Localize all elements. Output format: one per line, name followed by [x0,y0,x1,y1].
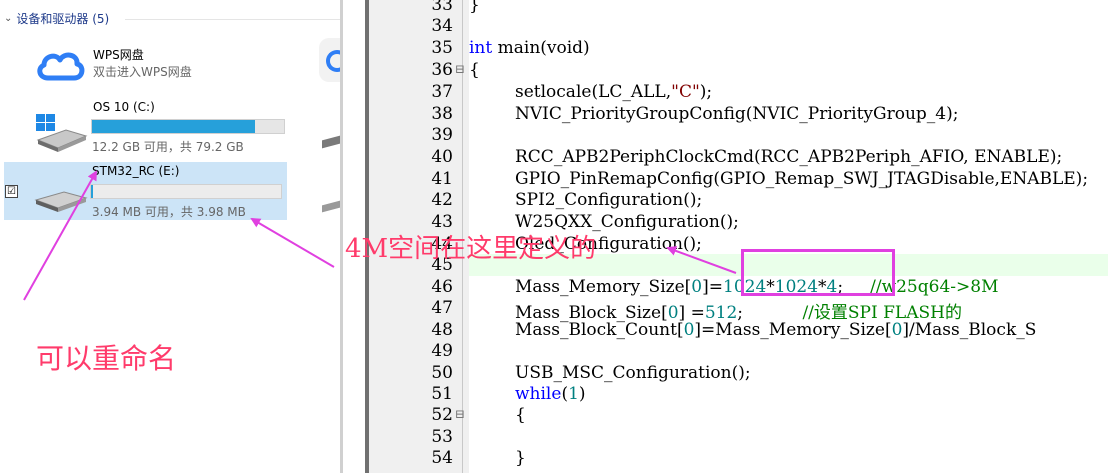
line-number: 54 [431,448,453,468]
code-line: GPIO_PinRemapConfig(GPIO_Remap_SWJ_JTAGD… [515,169,1089,189]
code-line: } [515,448,526,468]
line-number: 39 [431,125,453,145]
line-number: 46 [431,277,453,297]
line-number: 47 [431,298,453,318]
drive-os10-usage: 12.2 GB 可用，共 79.2 GB [92,140,244,154]
code-line: Mass_Block_Count[0]=Mass_Memory_Size[0]/… [515,320,1037,340]
code-line: } [469,0,480,15]
annotation-can-rename: 可以重命名 [36,342,177,375]
code-line: { [469,60,480,80]
line-number: 37 [431,82,453,102]
code-line: NVIC_PriorityGroupConfig(NVIC_PriorityGr… [515,104,959,124]
line-number: 48 [431,320,453,340]
fold-collapse-icon[interactable]: ⊟ [455,407,465,421]
drive-os10-usage-fill [92,120,256,133]
line-number: 36 [431,60,453,80]
partial-drive-icon-2 [322,200,340,213]
line-number: 41 [431,169,453,189]
drive-stm32-usage-bar [90,184,282,199]
cloud-icon [37,52,85,81]
group-divider [125,19,340,20]
code-line: USB_MSC_Configuration(); [515,363,751,383]
line-number: 35 [431,38,453,58]
code-line: SPI2_Configuration(); [515,190,703,210]
drive-os10-usage-bar [91,119,285,134]
explorer-pane: ⌄ 设备和驱动器 (5) WPS网盘 双击进入WPS网盘 OS 10 (C:) … [0,0,340,473]
code-line: { [515,405,526,425]
drive-wps-name: WPS网盘 [93,48,144,62]
line-number: 40 [431,147,453,167]
line-number: 33 [431,0,453,15]
drive-stm32-usage: 3.94 MB 可用，共 3.98 MB [92,205,246,219]
code-line: while(1) [515,384,586,404]
code-line: int main(void) [469,38,590,58]
line-number: 49 [431,341,453,361]
code-line: RCC_APB2PeriphClockCmd(RCC_APB2Periph_AF… [515,147,1063,167]
line-number: 38 [431,104,453,124]
usb-drive-icon [34,191,88,212]
drive-stm32-name[interactable]: STM32_RC (E:) [92,164,180,178]
annotation-space-defined: 4M空间在这里定义的 [345,234,597,264]
annotation-highlight-box [741,249,895,296]
windows-drive-icon [36,114,88,152]
drive-wps[interactable]: WPS网盘 双击进入WPS网盘 [4,44,334,86]
drive-stm32-usage-fill [91,185,93,198]
fold-collapse-icon[interactable]: ⊟ [455,62,465,76]
chevron-down-icon[interactable]: ⌄ [4,13,12,24]
line-number: 52 [431,405,453,425]
line-number: 50 [431,363,453,383]
drive-os10-name: OS 10 (C:) [93,100,155,114]
drive-wps-subtitle: 双击进入WPS网盘 [93,65,192,79]
drive-os10[interactable]: OS 10 (C:) 12.2 GB 可用，共 79.2 GB [4,98,334,156]
devices-group-header[interactable]: ⌄ 设备和驱动器 (5) [4,10,109,27]
drive-stm32[interactable]: STM32_RC (E:) 3.94 MB 可用，共 3.98 MB [4,162,287,220]
devices-group-label: 设备和驱动器 (5) [16,12,110,26]
line-number: 42 [431,190,453,210]
code-line: setlocale(LC_ALL,"C"); [515,82,713,102]
line-number: 34 [431,16,453,36]
select-checkbox[interactable]: ☑ [5,185,18,198]
line-number: 51 [431,384,453,404]
line-number: 53 [431,427,453,447]
